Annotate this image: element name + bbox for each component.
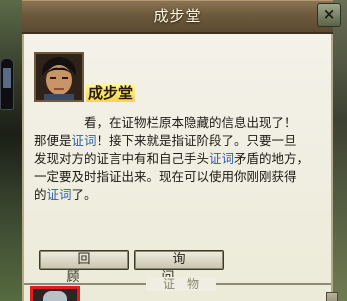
character-portrait-icon: [34, 52, 84, 102]
dialog-line-1: 看，在证物栏原本隐藏的信息出现了！: [84, 115, 297, 130]
dialog-panel: 成步堂 看，在证物栏原本隐藏的信息出现了！ 那便是证词！接下来就是指证阶段了。只…: [22, 34, 338, 301]
evidence-label: 证物: [146, 277, 216, 291]
review-button[interactable]: 回顾: [39, 250, 129, 285]
dialog-line-4: 一定要及时指证出来。现在可以使用你刚刚获得: [34, 169, 297, 184]
dialog-line-2b: ！接下来就是指证阶段了。只要一旦: [96, 133, 297, 148]
close-button[interactable]: ×: [317, 3, 341, 27]
dialog-line-5b: 了。: [71, 187, 97, 202]
evidence-portrait-icon: [43, 291, 67, 301]
game-scene: 成步堂 × 成步堂 看，在证物栏原本隐藏的信息出现了！ 那便是证词！接下来就是指…: [0, 0, 347, 301]
dialog-title: 成步堂: [153, 7, 202, 25]
evidence-slot[interactable]: [30, 286, 80, 301]
keyword-testimony: 证词: [46, 187, 72, 202]
dialog-line-2a: 那便是: [34, 133, 72, 148]
background-right: [333, 0, 347, 301]
speaker-name: 成步堂: [86, 84, 136, 102]
keyword-testimony: 证词: [71, 133, 97, 148]
dialog-line-3b: 矛盾的地方，: [234, 151, 310, 166]
background-left: [0, 0, 22, 301]
dialog-line-5a: 的: [34, 187, 47, 202]
dialog-text: 看，在证物栏原本隐藏的信息出现了！ 那便是证词！接下来就是指证阶段了。只要一旦 …: [34, 114, 328, 204]
keyword-testimony: 证词: [209, 151, 235, 166]
dialog-line-3a: 发现对方的证言中有和自己手头: [34, 151, 210, 166]
evidence-scroll-handle[interactable]: [326, 292, 338, 301]
background-character-icon: [0, 58, 14, 110]
dialog-titlebar: 成步堂: [22, 0, 333, 34]
portrait-face-icon: [36, 54, 82, 100]
inquire-button[interactable]: 询问: [134, 250, 224, 285]
